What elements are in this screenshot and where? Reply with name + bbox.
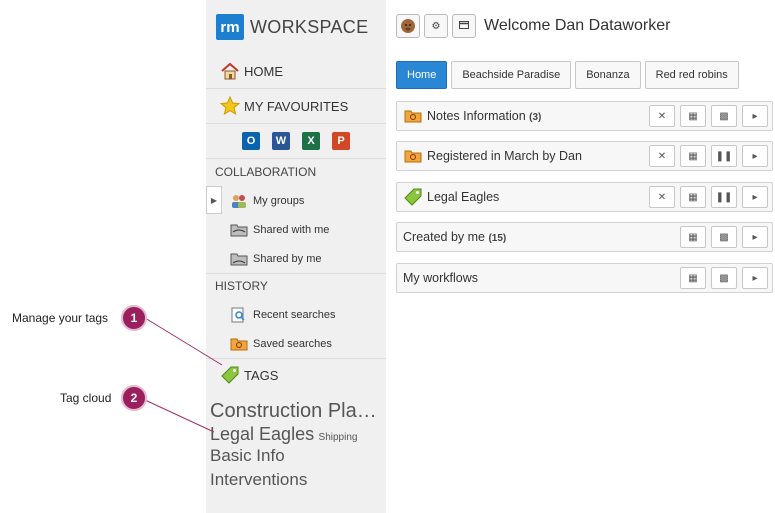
callout-lines	[144, 317, 223, 433]
callout-number-2: 2	[121, 385, 147, 411]
callout-line-1	[144, 317, 223, 366]
callout-line-2	[144, 399, 215, 433]
callout-label-tag-cloud: Tag cloud	[60, 391, 112, 405]
callout-label-manage-tags: Manage your tags	[12, 311, 109, 325]
callout-number-1: 1	[121, 305, 147, 331]
